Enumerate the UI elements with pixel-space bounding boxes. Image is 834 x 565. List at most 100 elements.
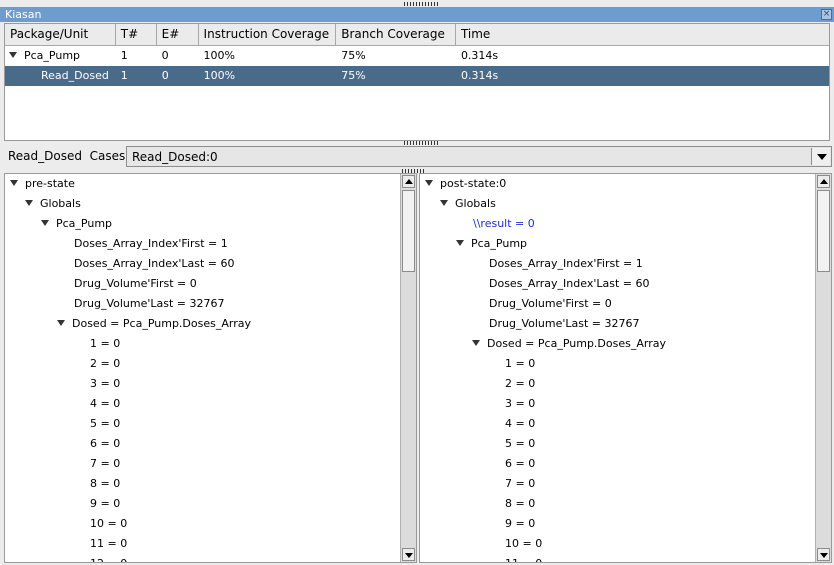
row-instruction-coverage: 100% [203,49,235,62]
column-header-t-count[interactable]: T# [116,24,157,46]
tree-node-item[interactable]: 4 = 0 [90,394,120,414]
tree-node-item[interactable]: 11 = 0 [505,554,542,562]
close-icon[interactable]: × [821,9,832,20]
row-branch-coverage: 75% [341,69,366,82]
tree-node-item[interactable]: 5 = 0 [505,434,535,454]
row-e: 0 [161,69,169,82]
row-t: 1 [120,69,128,82]
tree-node-globals[interactable]: Globals [25,194,81,214]
tree-node-item[interactable]: 3 = 0 [90,374,120,394]
tree-node-label: post-state:0 [440,177,507,190]
chevron-down-icon[interactable] [811,148,830,165]
cases-dropdown[interactable]: Read_Dosed:0 [126,146,832,167]
pre-state-scrollbar[interactable] [400,174,416,562]
expand-triangle-icon[interactable] [10,180,18,186]
tree-node-var[interactable]: Doses_Array_Index'First = 1 [489,254,643,274]
tree-node-item[interactable]: 1 = 0 [90,334,120,354]
tree-node-package[interactable]: Pca_Pump [456,234,527,254]
expand-triangle-icon[interactable] [41,220,49,226]
expand-triangle-icon[interactable] [440,200,448,206]
tree-node-post-state[interactable]: post-state:0 [425,174,506,194]
tree-node-item[interactable]: 11 = 0 [90,534,127,554]
pre-state-pane: pre-state Globals Pca_Pump Doses_Array_I… [4,173,417,563]
column-header-time[interactable]: Time [456,24,829,46]
horizontal-splitter-grip[interactable] [404,141,438,145]
cases-dropdown-value: Read_Dosed:0 [132,150,218,164]
table-row-selected[interactable]: Read_Dosed 1 0 100% 75% 0.314s [5,66,829,86]
expand-triangle-icon[interactable] [9,52,17,58]
post-state-scrollbar[interactable] [815,174,831,562]
row-name: Pca_Pump [24,49,81,62]
tree-node-array[interactable]: Dosed = Pca_Pump.Doses_Array [57,314,251,334]
expand-triangle-icon[interactable] [425,180,433,186]
tree-node-item[interactable]: 7 = 0 [505,474,535,494]
tree-node-item[interactable]: 6 = 0 [90,434,120,454]
tree-node-var[interactable]: Doses_Array_Index'Last = 60 [74,254,234,274]
cases-bar: Read_Dosed Cases: Read_Dosed:0 [0,146,834,168]
tree-node-item[interactable]: 7 = 0 [90,454,120,474]
scroll-down-arrow-icon[interactable] [817,548,830,561]
row-e: 0 [161,49,169,62]
tree-node-var[interactable]: Drug_Volume'Last = 32767 [489,314,640,334]
top-strip [0,0,834,7]
tree-node-item[interactable]: 4 = 0 [505,414,535,434]
tree-node-var[interactable]: Doses_Array_Index'Last = 60 [489,274,649,294]
tree-node-item[interactable]: 2 = 0 [505,374,535,394]
row-name-cell: Pca_Pump [5,46,116,66]
tree-node-package[interactable]: Pca_Pump [41,214,112,234]
expand-triangle-icon[interactable] [25,200,33,206]
tree-node-var[interactable]: Doses_Array_Index'First = 1 [74,234,228,254]
table-row[interactable]: Pca_Pump 1 0 100% 75% 0.314s [5,46,829,66]
tree-node-item[interactable]: 3 = 0 [505,394,535,414]
tree-node-item[interactable]: 10 = 0 [90,514,127,534]
tree-node-item[interactable]: 8 = 0 [90,474,120,494]
cases-unit-label: Read_Dosed [8,149,82,163]
scroll-thumb[interactable] [402,190,415,272]
row-time: 0.314s [460,69,499,82]
tree-node-item[interactable]: 2 = 0 [90,354,120,374]
scroll-up-arrow-icon[interactable] [817,175,830,188]
column-header-package-unit[interactable]: Package/Unit [5,24,116,46]
post-state-tree: post-state:0 Globals \\result = 0 Pca_Pu… [420,174,815,562]
tree-node-globals[interactable]: Globals [440,194,496,214]
tree-node-item[interactable]: 6 = 0 [505,454,535,474]
tree-node-item[interactable]: 8 = 0 [505,494,535,514]
tree-node-var[interactable]: Drug_Volume'Last = 32767 [74,294,225,314]
row-branch-coverage: 75% [341,49,366,62]
tree-node-array[interactable]: Dosed = Pca_Pump.Doses_Array [472,334,666,354]
tree-node-item[interactable]: 1 = 0 [505,354,535,374]
tree-node-label: Globals [455,197,496,210]
tree-node-label: Globals [40,197,81,210]
scroll-up-arrow-icon[interactable] [402,175,415,188]
scroll-down-arrow-icon[interactable] [402,548,415,561]
expand-triangle-icon[interactable] [472,340,480,346]
tree-node-item[interactable]: 12 = 0 [90,554,127,562]
tree-node-item[interactable]: 9 = 0 [505,514,535,534]
tree-node-pre-state[interactable]: pre-state [10,174,75,194]
tree-node-label: Pca_Pump [56,217,113,230]
expand-triangle-icon[interactable] [456,240,464,246]
tree-node-label: pre-state [25,177,75,190]
window-titlebar: Kiasan × [0,7,834,22]
coverage-table: Package/Unit T# E# Instruction Coverage … [4,23,830,141]
expand-triangle-icon[interactable] [57,320,65,326]
tree-node-item[interactable]: 10 = 0 [505,534,542,554]
tree-node-item[interactable]: 5 = 0 [90,414,120,434]
column-header-instruction-coverage[interactable]: Instruction Coverage [199,24,337,46]
row-t: 1 [120,49,128,62]
row-instruction-coverage: 100% [203,69,236,82]
table-header: Package/Unit T# E# Instruction Coverage … [5,24,829,46]
row-name: Read_Dosed [41,69,109,82]
tree-node-label: Pca_Pump [471,237,528,250]
post-state-pane: post-state:0 Globals \\result = 0 Pca_Pu… [419,173,832,563]
tree-node-var[interactable]: Drug_Volume'First = 0 [74,274,197,294]
tree-node-result[interactable]: \\result = 0 [473,214,535,234]
scroll-thumb[interactable] [817,190,830,272]
column-header-e-count[interactable]: E# [157,24,199,46]
pre-state-tree: pre-state Globals Pca_Pump Doses_Array_I… [5,174,400,562]
tree-node-var[interactable]: Drug_Volume'First = 0 [489,294,612,314]
tree-node-label: Dosed = Pca_Pump.Doses_Array [487,337,666,350]
column-header-branch-coverage[interactable]: Branch Coverage [336,24,456,46]
top-splitter-grip[interactable] [404,2,438,6]
tree-node-item[interactable]: 9 = 0 [90,494,120,514]
